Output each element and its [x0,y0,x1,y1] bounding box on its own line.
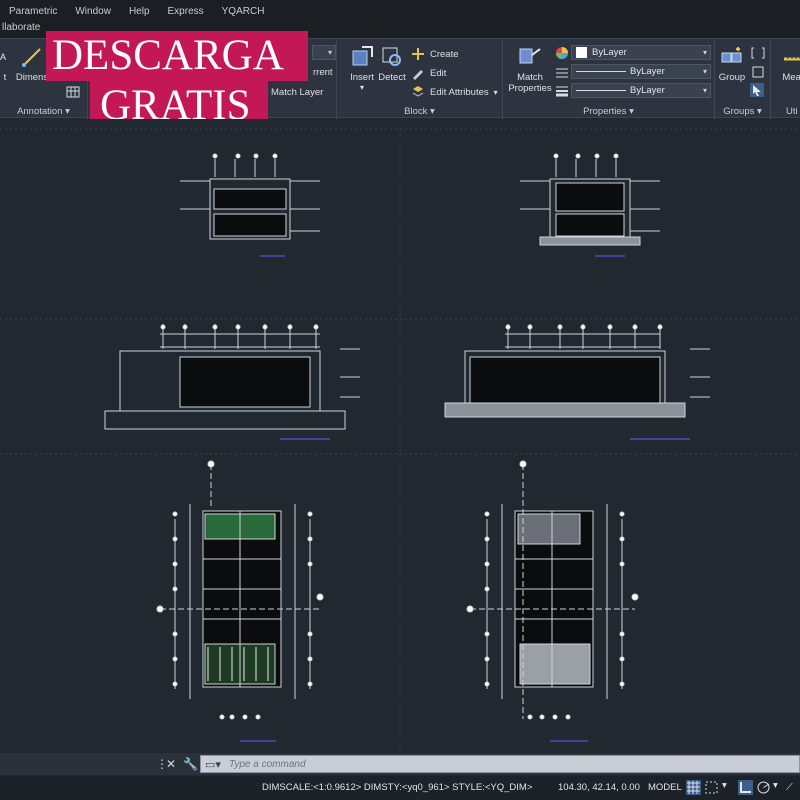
menu-window[interactable]: Window [66,6,120,17]
coordinate-readout: 104.30, 42.14, 0.00 [558,782,640,793]
chevron-down-icon: ▾ [327,48,332,57]
close-icon[interactable]: ✕ [166,757,176,771]
chevron-down-icon: ▾ [359,83,364,92]
edit-attributes-button[interactable]: Edit Attributes ▾ [411,85,498,99]
chevron-down-icon: ▾ [702,86,707,95]
edit-block-button[interactable]: Edit [411,66,446,80]
linetype-dropdown[interactable]: ByLayer ▾ [571,64,711,79]
wrench-icon[interactable]: 🔧 [183,757,198,771]
menu-yqarch[interactable]: YQARCH [213,6,274,17]
block-panel: Insert ▾ Detect Create Edit Edit Attribu… [337,39,503,119]
groups-panel: Group Groups ▾ [715,39,771,119]
autocad-window: Parametric Window Help Express YQARCH ll… [0,0,800,800]
linetype-icon [556,68,568,78]
floor-plan-1 [156,460,324,742]
menu-bar: Parametric Window Help Express YQARCH [0,0,800,22]
drawing-canvas[interactable] [0,119,800,753]
ortho-icon[interactable] [738,780,753,795]
chevron-down-icon: ▾ [702,48,707,57]
section-drawing-1 [104,324,360,440]
command-input[interactable]: ▭▾ Type a command [200,755,800,773]
properties-panel-title[interactable]: Properties ▾ [503,106,714,117]
group-edit-icon[interactable] [751,65,765,79]
ungroup-icon[interactable] [751,46,765,60]
grid-icon[interactable] [686,780,701,795]
detect-button[interactable]: Detect [377,45,407,83]
polar-tracking-icon[interactable] [756,780,771,795]
menu-help[interactable]: Help [120,6,159,17]
color-swatch [576,47,587,58]
color-wheel-icon [556,47,568,59]
cad-drawing [0,128,800,753]
elevation-drawing-2 [520,153,660,257]
measure-icon [784,55,800,61]
lineweight-icon [556,86,568,97]
groups-panel-title[interactable]: Groups ▾ [715,106,770,117]
chevron-down-icon: ▾ [493,87,498,97]
group-icon [721,47,742,63]
measure-button[interactable]: Meas [779,45,800,83]
menu-parametric[interactable]: Parametric [0,6,66,17]
command-line-bar: ⋮ ✕ 🔧 ▭▾ Type a command [0,753,800,775]
make-current-button[interactable]: rrent [313,67,333,78]
chevron-down-icon: ▾ [702,67,707,76]
status-bar: DIMSCALE:<1:0.9612> DIMSTY:<yq0_961> STY… [0,776,800,800]
text-button[interactable]: A t [0,45,12,83]
match-properties-icon [519,48,541,64]
svg-text:A: A [0,52,6,62]
menu-express[interactable]: Express [159,6,213,17]
snap-icon[interactable] [704,780,719,795]
utilities-panel-title[interactable]: Uti [771,106,800,117]
text-icon: A [0,52,6,62]
dimension-style-info: DIMSCALE:<1:0.9612> DIMSTY:<yq0_961> STY… [262,782,533,793]
utilities-panel: Meas Uti [771,39,800,119]
model-space-button[interactable]: MODEL [648,782,682,793]
match-properties-button[interactable]: Match Properties [507,45,553,94]
tab-collaborate[interactable]: llaborate [2,22,40,33]
layer-dropdown[interactable]: ▾ [312,45,336,60]
insert-block-icon [352,46,373,66]
group-button[interactable]: Group [717,45,747,83]
insert-button[interactable]: Insert ▾ [345,45,379,92]
elevation-drawing-1 [180,153,320,257]
promo-banner: DESCARGA GRATIS [46,31,310,131]
create-block-button[interactable]: Create [411,47,459,61]
isodraft-icon[interactable]: ⟋ [786,782,793,793]
linetype-preview [576,71,626,72]
lineweight-dropdown[interactable]: ByLayer ▾ [571,83,711,98]
create-block-icon [412,48,424,60]
lineweight-preview [576,90,626,91]
dimension-icon [22,48,41,67]
floor-plan-2 [466,460,639,742]
section-drawing-2 [444,324,710,440]
chevron-down-icon[interactable]: ▾ [722,780,727,791]
edit-attributes-icon [412,86,424,97]
chevron-down-icon[interactable]: ▾ [773,780,778,791]
edit-block-icon [413,70,423,80]
command-prompt-icon[interactable]: ▭▾ [205,758,221,771]
properties-panel: Match Properties ByLayer ▾ ByLayer ▾ ByL… [503,39,715,119]
detect-icon [382,47,401,66]
group-select-icon[interactable] [750,83,764,97]
promo-line-1: DESCARGA [46,31,308,81]
color-dropdown[interactable]: ByLayer ▾ [571,45,711,60]
dimension-button[interactable]: Dimens [14,45,50,83]
block-panel-title[interactable]: Block ▾ [337,106,502,117]
